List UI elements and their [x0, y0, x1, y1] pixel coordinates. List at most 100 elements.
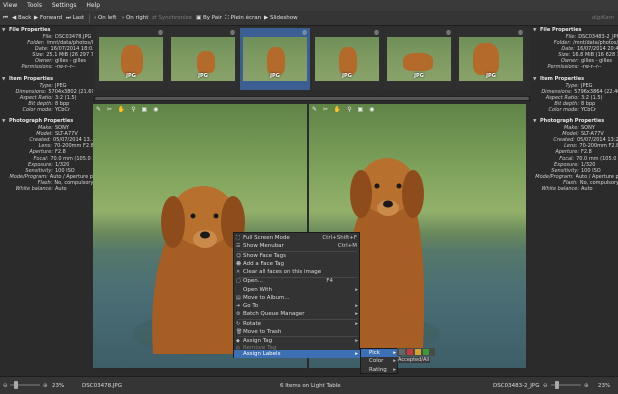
- menu-item-assign-labels[interactable]: Assign Labels ▸: [234, 350, 361, 359]
- menu-item-assign-tag[interactable]: ◆ Assign Tag ▸: [234, 337, 361, 345]
- prop-value: YCbCr: [55, 106, 70, 113]
- thumbnail[interactable]: ◍ JPG: [312, 28, 382, 90]
- accepted-flag-icon[interactable]: [423, 349, 429, 355]
- prop-row: Color mode: YCbCr: [531, 107, 618, 113]
- menu-item-label: Move to Trash: [243, 328, 282, 335]
- section-title[interactable]: ▼ Item Properties: [0, 76, 93, 83]
- menu-item-open-with[interactable]: Open With ▸: [234, 286, 361, 294]
- prop-key: Permissions:: [21, 64, 53, 71]
- chevron-right-icon: ▸: [355, 311, 358, 318]
- assign-labels-submenu: Pick ▸ Color ▸ Rating ▸: [360, 348, 399, 374]
- thumbnail-label: JPG: [126, 73, 136, 79]
- menu-item-rotate[interactable]: ↻ Rotate ▸: [234, 320, 361, 328]
- thumbnail-label: JPG: [270, 73, 280, 79]
- left-pane-scrollbar[interactable]: [93, 368, 307, 372]
- thumbnail[interactable]: ◍ JPG: [168, 28, 238, 90]
- no-pick-flag-icon[interactable]: [399, 349, 405, 355]
- on-left-button[interactable]: ‹ On left: [94, 11, 116, 26]
- shortcut: Ctrl+M: [337, 243, 357, 250]
- prop-key: White balance:: [15, 185, 54, 192]
- dog-shape: [121, 45, 143, 75]
- prop-key: White balance:: [541, 185, 580, 192]
- right-pane-scrollbar[interactable]: [309, 368, 526, 372]
- menu-item-go-to[interactable]: ➜ Go To ▸: [234, 302, 361, 310]
- menu-item-move-to-trash[interactable]: 🗑 Move to Trash: [234, 328, 361, 336]
- photograph-properties-title: Photograph Properties: [9, 118, 74, 125]
- menu-item-add-face-tag[interactable]: ☻ Add a Face Tag: [234, 260, 361, 268]
- slideshow-button[interactable]: ▶ Slideshow: [264, 11, 298, 26]
- section-title[interactable]: ▼ Item Properties: [531, 76, 618, 83]
- thumbnail-selected[interactable]: ◍ JPG: [240, 28, 310, 90]
- menu-item-label: Assign Labels: [243, 351, 281, 357]
- menu-item-fullscreen[interactable]: ⛶ Full Screen Mode Ctrl+Shift+F: [234, 234, 361, 242]
- zoom-out-icon[interactable]: ⊖: [3, 379, 8, 393]
- thumbnail[interactable]: ◍ JPG: [456, 28, 526, 90]
- menu-item-show-face-tags[interactable]: ☺ Show Face Tags: [234, 252, 361, 260]
- menu-item-label: Show Menubar: [243, 243, 284, 250]
- submenu-item-color[interactable]: Color ▸: [361, 357, 399, 365]
- zoom-out-icon[interactable]: ⊖: [543, 379, 548, 393]
- thumbbar-scrollbar[interactable]: [93, 96, 531, 101]
- section-title[interactable]: ▼ Photograph Properties: [531, 118, 618, 125]
- chevron-right-icon: ▸: [393, 358, 396, 365]
- last-button[interactable]: ⏭ Last: [66, 11, 84, 26]
- menu-item-show-menubar[interactable]: ☰ Show Menubar Ctrl+M: [234, 242, 361, 250]
- submenu-label: Rating: [369, 366, 387, 373]
- right-zoom-slider[interactable]: [551, 381, 581, 389]
- section-title[interactable]: ▼ File Properties: [0, 27, 93, 34]
- menu-item-clear-faces[interactable]: ✕ Clear all faces on this image: [234, 268, 361, 276]
- item-properties-title: Item Properties: [540, 75, 585, 82]
- menu-item-batch-queue[interactable]: ⚙ Batch Queue Manager ▸: [234, 310, 361, 318]
- rejected-flag-icon[interactable]: [407, 349, 413, 355]
- chevron-right-icon: ▸: [393, 366, 396, 373]
- file-properties-section: ▼ File Properties File: DSC03483-2_JPG Fol…: [531, 27, 618, 71]
- zoom-in-icon[interactable]: ⊕: [584, 379, 589, 393]
- prop-value: -rw-r--r--: [581, 64, 602, 71]
- back-button[interactable]: ◀ Back: [12, 11, 31, 26]
- submenu-item-pick[interactable]: Pick ▸: [361, 349, 399, 358]
- by-pair-button[interactable]: ▣ By Pair: [196, 11, 222, 26]
- synchronize-label: Synchronize: [158, 15, 192, 21]
- menu-settings[interactable]: Settings: [52, 2, 77, 9]
- submenu-item-rating[interactable]: Rating ▸: [361, 366, 399, 374]
- item-properties-section: ▼ Item Properties Type: JPEG Dimensions: 57…: [0, 76, 93, 113]
- synchronize-button[interactable]: ⇄ Synchronize: [152, 11, 192, 26]
- left-zoom-slider[interactable]: [10, 381, 40, 389]
- submenu-label: Pick: [369, 350, 380, 356]
- prop-row: White balance: Auto: [531, 186, 618, 192]
- menu-help[interactable]: Help: [86, 2, 100, 9]
- section-title[interactable]: ▼ Photograph Properties: [0, 118, 93, 125]
- preview-overlay-icons[interactable]: ✎ ✂ ✋ ⚲ ▣ ◉: [312, 106, 376, 113]
- preview-overlay-icons[interactable]: ✎ ✂ ✋ ⚲ ▣ ◉: [96, 106, 160, 113]
- pending-flag-icon[interactable]: [415, 349, 421, 355]
- menu-view[interactable]: View: [3, 2, 17, 9]
- collapse-caret-icon: ▼: [2, 76, 6, 82]
- menubar-icon: ☰: [236, 243, 241, 250]
- prop-key: Color mode:: [22, 106, 53, 113]
- thumbnail-image: JPG: [243, 37, 307, 81]
- prop-value: Auto: [581, 185, 593, 192]
- thumbnail[interactable]: ◍ JPG: [384, 28, 454, 90]
- menu-item-label: Show Face Tags: [243, 252, 286, 259]
- zoom-in-icon[interactable]: ⊕: [43, 379, 48, 393]
- section-title[interactable]: ▼ File Properties: [531, 27, 618, 34]
- prop-row: Color mode: YCbCr: [0, 107, 93, 113]
- collapse-caret-icon: ▼: [533, 28, 537, 33]
- forward-button[interactable]: ▶ Forward: [34, 11, 62, 26]
- toolbar: ⏮ ◀ Back ▶ Forward ⏭ Last ‹ On left › On…: [0, 11, 618, 26]
- menu-item-label: Full Screen Mode: [243, 235, 290, 241]
- chevron-right-icon: ▸: [355, 351, 358, 357]
- first-icon[interactable]: ⏮: [3, 11, 8, 26]
- on-right-button[interactable]: › On right: [122, 11, 148, 26]
- shortcut: Ctrl+Shift+F: [322, 235, 357, 241]
- scrollbar-handle[interactable]: [95, 97, 529, 100]
- fullscreen-button[interactable]: ⛶ Plein écran: [225, 11, 261, 26]
- thumbnail[interactable]: ◍ JPG: [96, 28, 166, 90]
- trash-icon: 🗑: [236, 328, 243, 335]
- menu-item-move-to-album[interactable]: ▤ Move to Album...: [234, 294, 361, 302]
- thumbnail-label: JPG: [342, 73, 352, 79]
- slider-handle[interactable]: [555, 381, 559, 389]
- menu-tools[interactable]: Tools: [27, 2, 42, 9]
- menu-item-open[interactable]: ▢ Open... F4: [234, 277, 361, 285]
- slider-handle[interactable]: [14, 381, 18, 389]
